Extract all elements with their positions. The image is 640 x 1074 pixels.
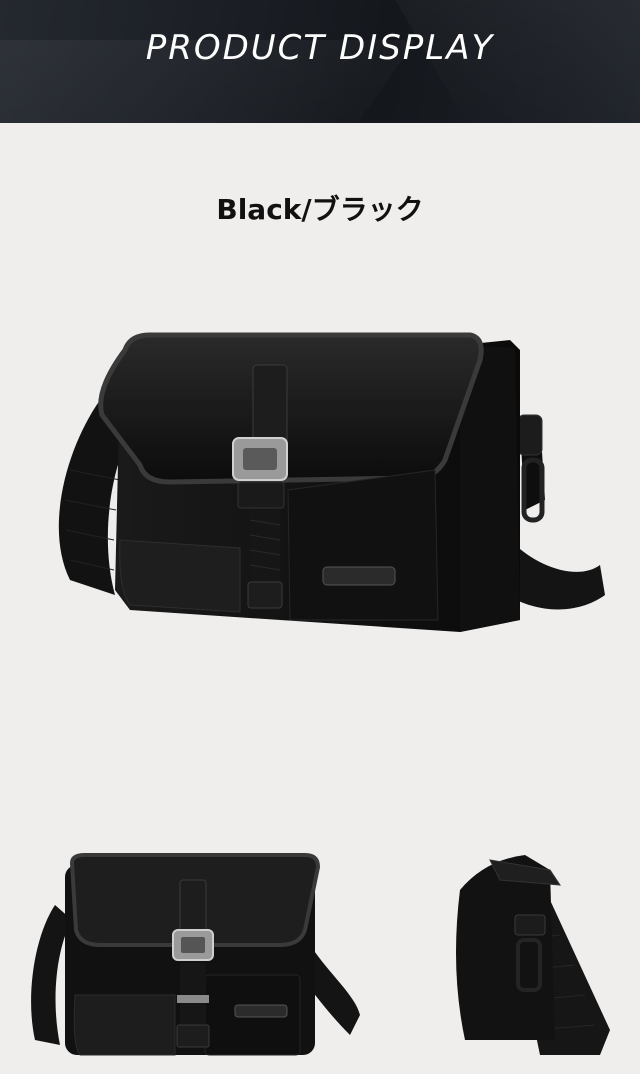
color-label: Black/ブラック (216, 193, 424, 226)
product-photo-main (40, 320, 620, 650)
product-photo-front (10, 845, 370, 1065)
header-banner: PRODUCT DISPLAY (0, 0, 640, 123)
product-photo-side (430, 850, 620, 1065)
page-title: PRODUCT DISPLAY (145, 28, 495, 68)
